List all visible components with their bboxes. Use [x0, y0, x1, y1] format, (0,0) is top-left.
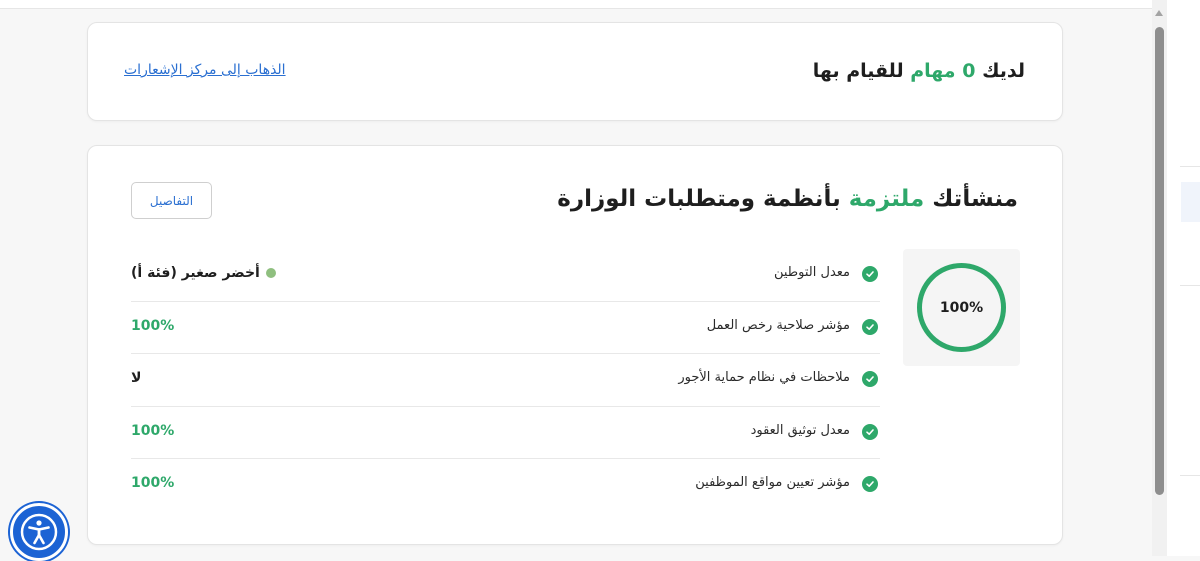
metric-value: أخضر صغير (فئة أ) — [131, 265, 276, 281]
tasks-title-mid: مهام — [910, 60, 956, 82]
accessibility-button[interactable] — [10, 503, 68, 561]
metric-label: معدل التوطين — [773, 265, 850, 280]
metric-label: مؤشر صلاحية رخص العمل — [706, 317, 850, 333]
compliance-title-suffix: بأنظمة ومتطلبات الوزارة — [557, 186, 841, 212]
notification-center-link[interactable]: الذهاب إلى مركز الإشعارات — [124, 62, 286, 78]
check-circle-icon — [862, 266, 878, 282]
metric-value: لا — [131, 370, 142, 386]
check-circle-icon — [862, 318, 878, 335]
check-circle-icon — [862, 423, 878, 440]
metric-label: مؤشر تعيين مواقع الموظفين — [695, 475, 850, 490]
metric-row-wage-protection: ملاحظات في نظام حماية الأجور لا — [131, 354, 880, 407]
details-button[interactable]: التفاصيل — [131, 182, 212, 219]
side-highlight — [1181, 182, 1200, 222]
compliance-gauge: 100% — [903, 249, 1020, 366]
metric-value: 100% — [131, 475, 175, 491]
metric-label: ملاحظات في نظام حماية الأجور — [678, 370, 850, 385]
metric-label: معدل توثيق العقود — [750, 422, 850, 438]
side-divider — [1180, 166, 1200, 167]
tasks-title-suffix: للقيام بها — [812, 60, 904, 82]
accessibility-icon — [20, 513, 58, 551]
check-circle-icon — [862, 371, 878, 387]
compliance-status: ملتزمة — [848, 186, 925, 212]
side-divider — [1180, 285, 1200, 286]
metric-row-contract-documentation: معدل توثيق العقود 100% — [131, 407, 880, 459]
compliance-card: منشأتك ملتزمة بأنظمة ومتطلبات الوزارة ال… — [87, 145, 1063, 545]
top-bar — [0, 0, 1152, 9]
metric-value: 100% — [131, 317, 175, 334]
metric-row-saudization: معدل التوطين أخضر صغير (فئة أ) — [131, 249, 880, 302]
metric-row-employee-locations: مؤشر تعيين مواقع الموظفين 100% — [131, 459, 880, 512]
compliance-metrics-list: معدل التوطين أخضر صغير (فئة أ) مؤشر صلاح… — [131, 249, 880, 512]
scroll-up-arrow-icon[interactable] — [1155, 10, 1163, 16]
task-count: 0 — [962, 60, 976, 82]
check-circle-icon — [862, 476, 878, 492]
side-panel — [1167, 0, 1200, 556]
nitaqat-dot — [265, 268, 276, 278]
metric-value-text: أخضر صغير (فئة أ) — [131, 265, 260, 281]
metric-value: 100% — [131, 422, 175, 439]
gauge-percent-label: 100% — [939, 299, 984, 316]
compliance-title-prefix: منشأتك — [932, 186, 1018, 212]
scrollbar-thumb[interactable] — [1155, 27, 1164, 495]
side-divider — [1180, 475, 1200, 476]
metric-row-work-permits: مؤشر صلاحية رخص العمل 100% — [131, 302, 880, 354]
compliance-title: منشأتك ملتزمة بأنظمة ومتطلبات الوزارة — [557, 186, 1018, 212]
tasks-title: لديك 0 مهام للقيام بها — [813, 60, 1025, 82]
page-scrollbar[interactable] — [1152, 0, 1167, 556]
tasks-title-prefix: لديك — [982, 60, 1025, 82]
tasks-card: لديك 0 مهام للقيام بها الذهاب إلى مركز ا… — [87, 22, 1063, 121]
